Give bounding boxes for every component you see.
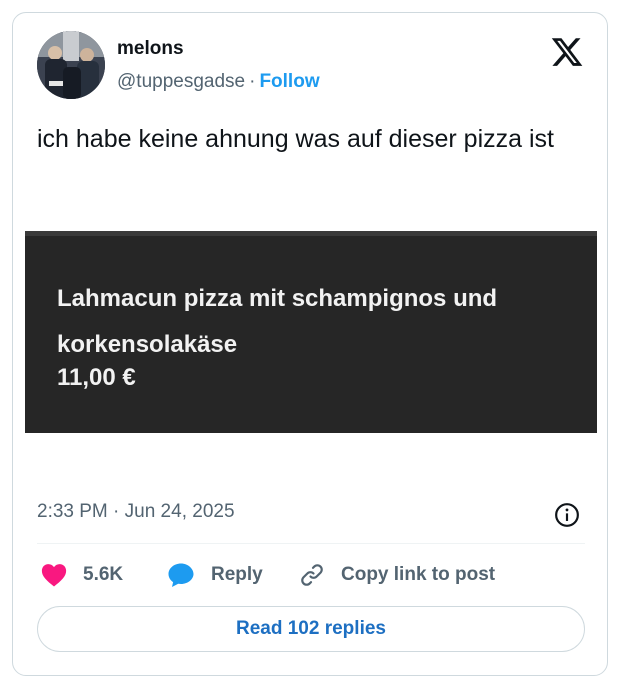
follow-button[interactable]: Follow <box>259 71 319 92</box>
media-menu-title: Lahmacun pizza mit schampignos und korke… <box>57 285 498 358</box>
action-bar: 5.6K Reply Copy link to post <box>37 559 585 591</box>
tweet-timestamp[interactable]: 2:33 PM · Jun 24, 2025 <box>37 501 235 523</box>
divider <box>37 543 585 544</box>
author-handle-row: @tuppesgadse · Follow <box>117 71 320 93</box>
heart-icon <box>41 564 67 587</box>
reply-button[interactable]: Reply <box>167 559 263 591</box>
link-icon <box>301 564 323 586</box>
like-count: 5.6K <box>83 564 124 585</box>
like-button[interactable]: 5.6K <box>41 559 123 591</box>
reply-label: Reply <box>211 564 263 585</box>
copy-link-label: Copy link to post <box>341 564 496 585</box>
author-handle[interactable]: @tuppesgadse <box>117 71 245 92</box>
author-avatar[interactable] <box>37 31 105 99</box>
reply-bubble-icon <box>168 563 194 587</box>
tweet-card: melons @tuppesgadse · Follow ich habe kein… <box>12 12 608 676</box>
read-replies-button[interactable]: Read 102 replies <box>37 606 585 652</box>
author-display-name[interactable]: melons <box>117 38 184 60</box>
avatar-photo-icon <box>37 31 105 99</box>
tweet-media-image[interactable]: Lahmacun pizza mit schampignos und korke… <box>25 231 597 433</box>
x-logo-icon[interactable] <box>550 35 584 69</box>
tweet-text: ich habe keine ahnung was auf dieser piz… <box>37 125 554 153</box>
media-menu-price: 11,00 € <box>57 364 136 391</box>
copy-link-button[interactable]: Copy link to post <box>299 559 495 591</box>
separator-dot: · <box>249 71 256 92</box>
info-icon[interactable] <box>554 502 580 528</box>
